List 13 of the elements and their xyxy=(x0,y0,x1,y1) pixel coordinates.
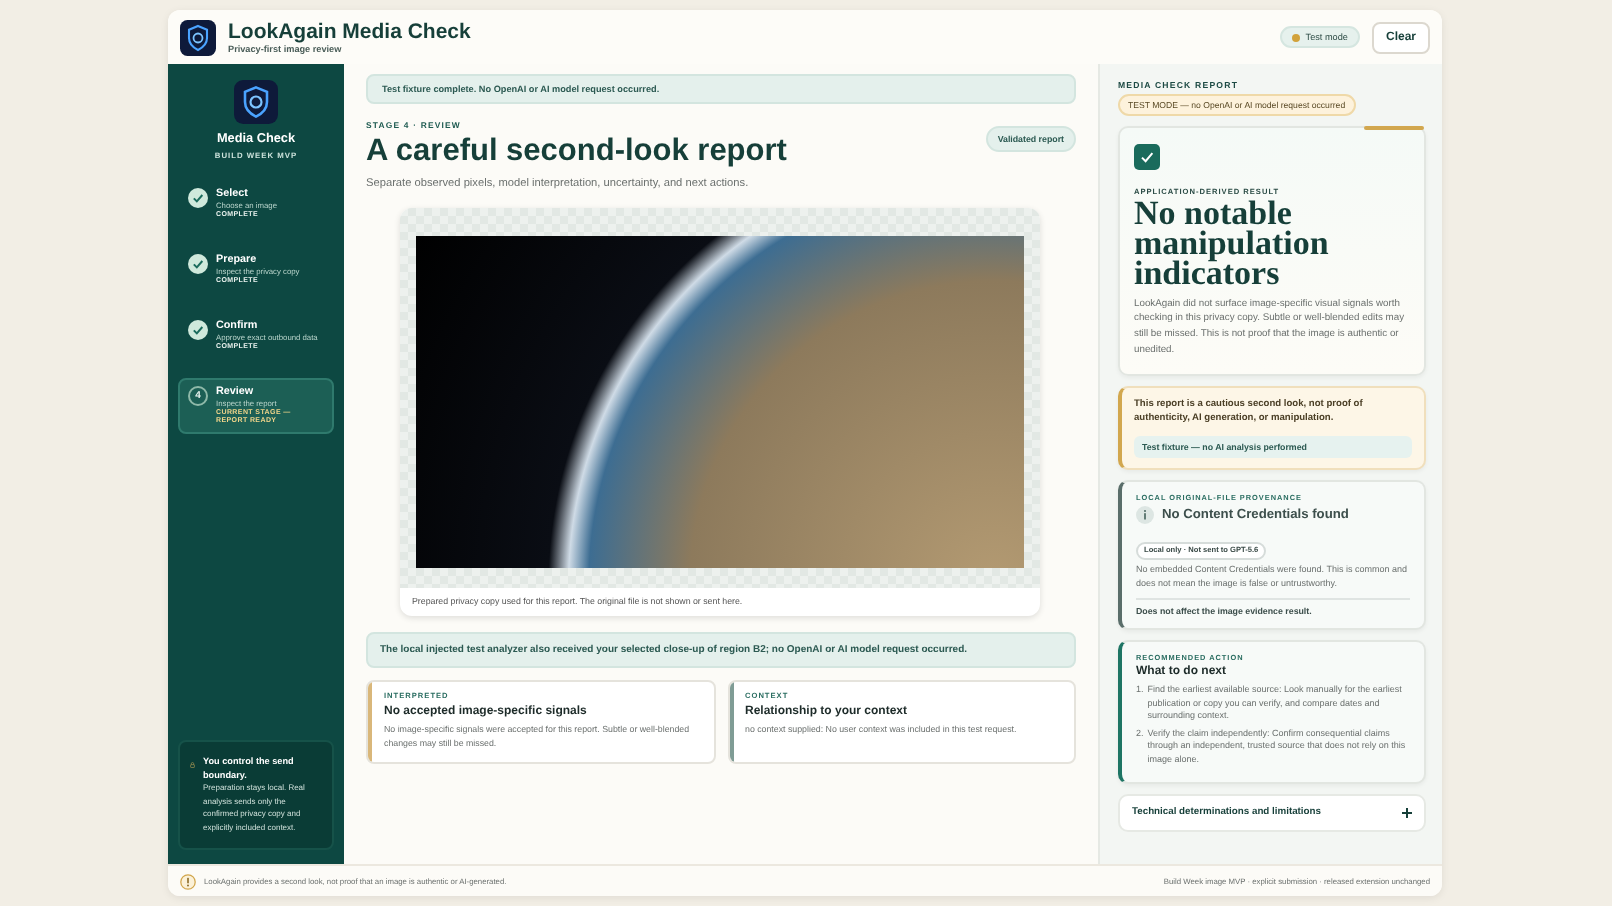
status-dot-icon xyxy=(1291,33,1300,41)
shield-logo-icon xyxy=(234,80,278,124)
result-title: No notable manipulation indicators xyxy=(1134,200,1331,290)
check-icon xyxy=(1134,144,1160,170)
shield-logo-icon xyxy=(180,19,216,55)
info-icon xyxy=(1136,505,1154,524)
info-icon xyxy=(180,873,196,889)
check-icon xyxy=(188,320,208,340)
check-icon xyxy=(188,254,208,274)
page-heading: A careful second-look report xyxy=(366,134,787,170)
app-title: LookAgain Media Check xyxy=(228,20,473,44)
accent-bar xyxy=(1364,126,1424,130)
check-icon xyxy=(188,188,208,208)
